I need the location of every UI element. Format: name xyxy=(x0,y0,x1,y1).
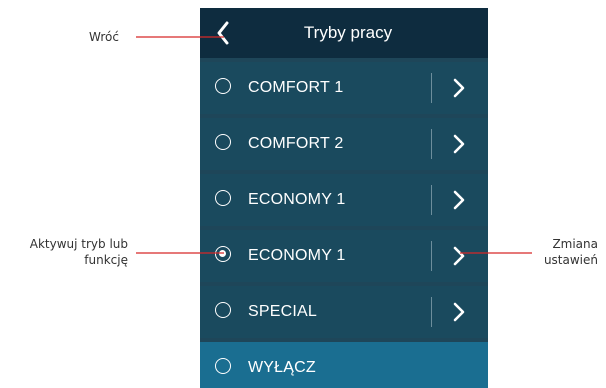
annotation-activate: Aktywuj tryb lub funkcję xyxy=(8,236,128,268)
annotation-settings-line1: Zmiana xyxy=(552,237,598,251)
annotation-back: Wróć xyxy=(89,30,119,44)
annotation-settings-line2: ustawień xyxy=(543,253,598,267)
annotation-activate-line1: Aktywuj tryb lub xyxy=(29,237,128,251)
annotation-activate-line2: funkcję xyxy=(84,253,128,267)
callout-lines xyxy=(136,36,532,254)
annotation-settings: Zmiana ustawień xyxy=(520,236,598,268)
